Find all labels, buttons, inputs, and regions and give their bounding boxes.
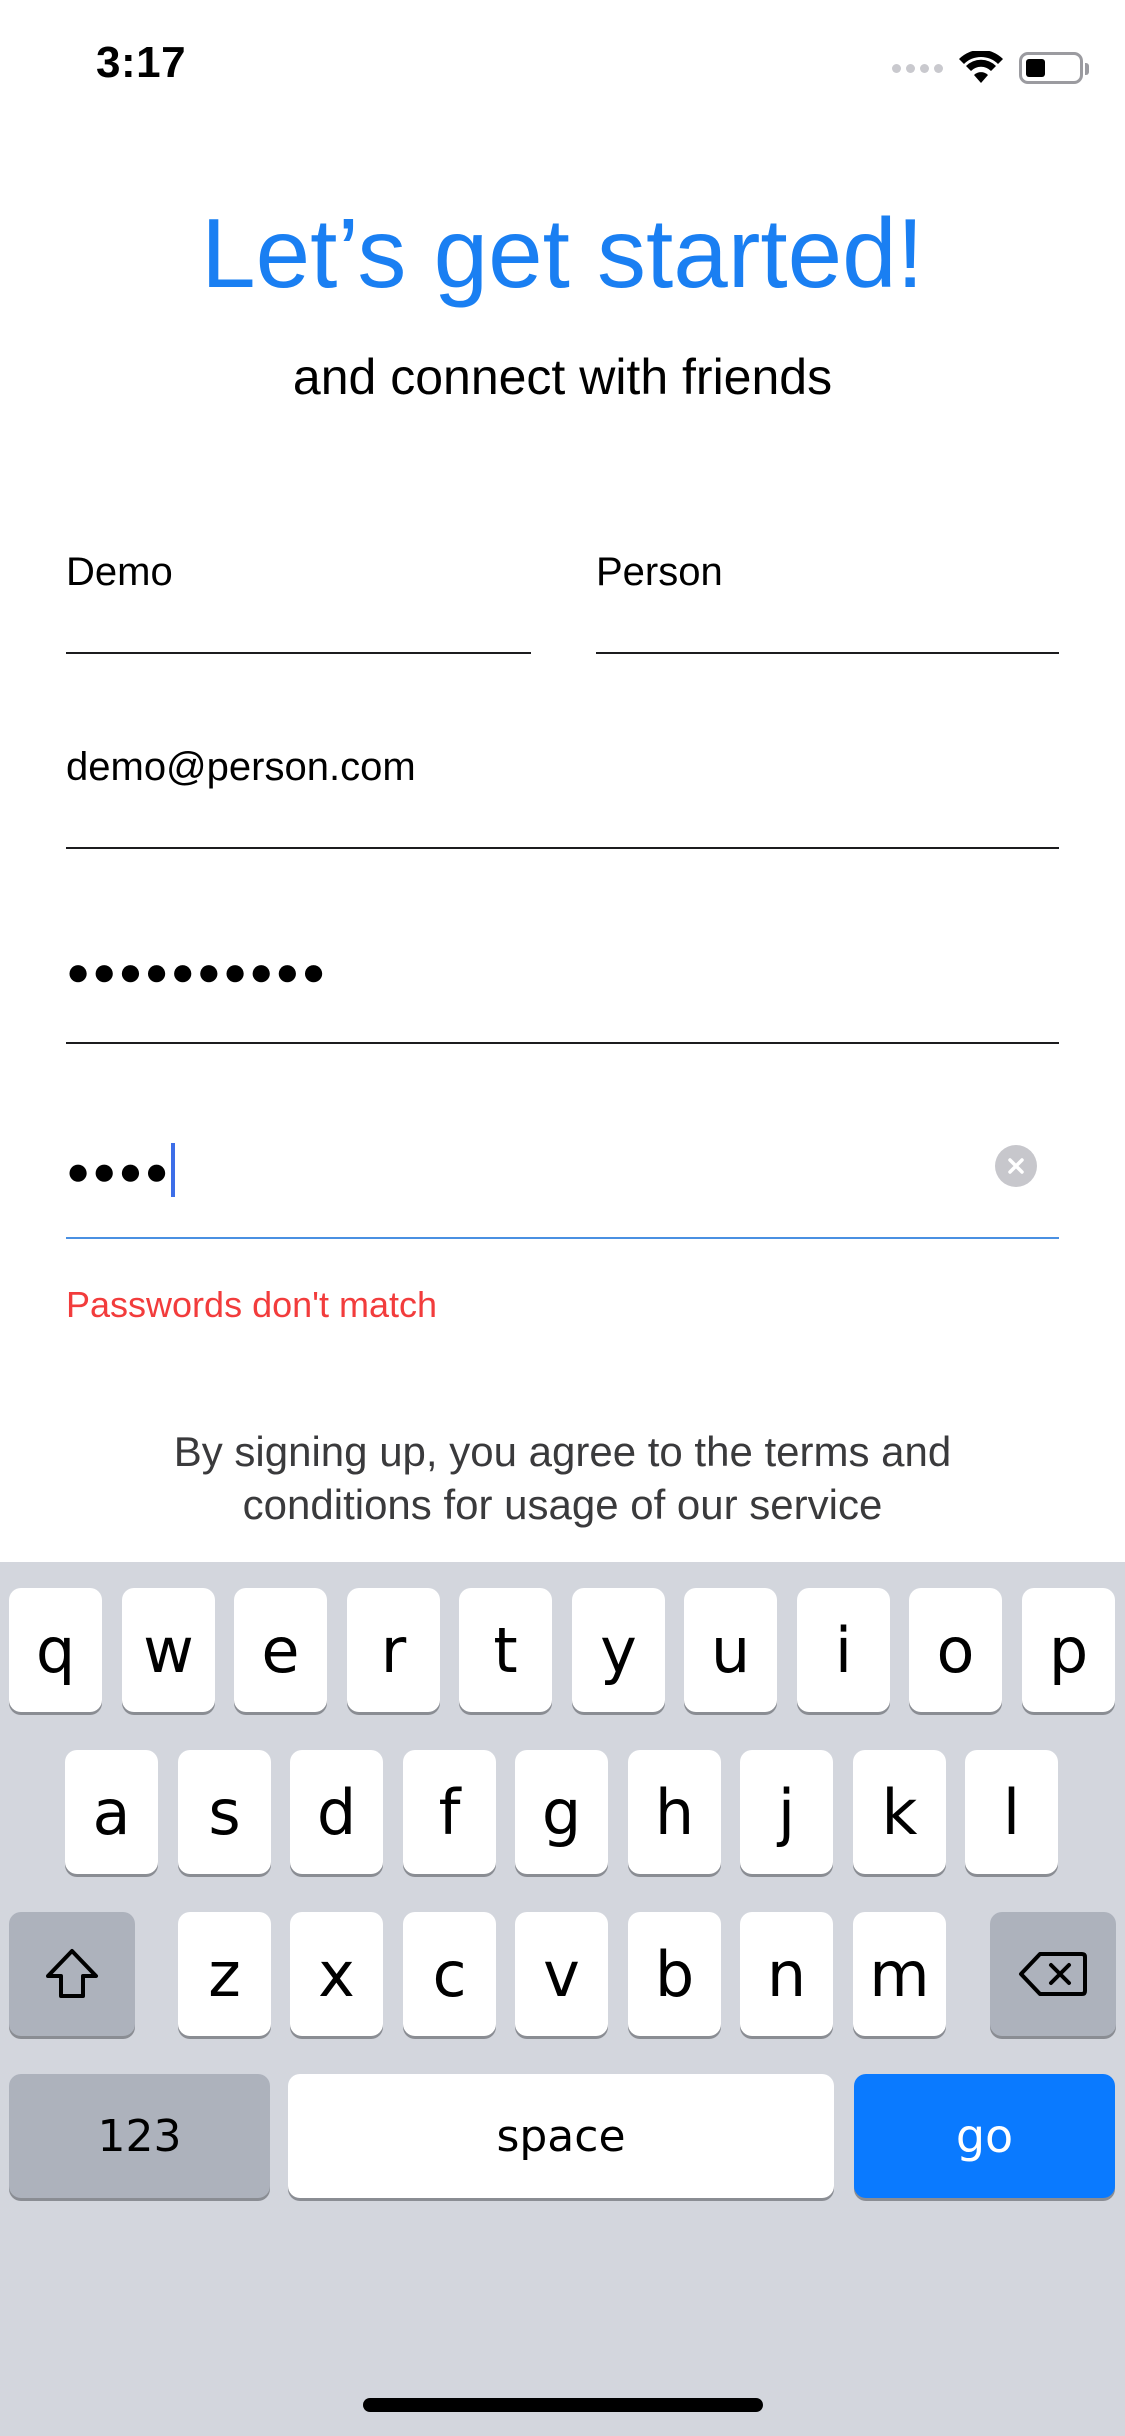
email-field[interactable]: demo@person.com: [66, 745, 1059, 849]
terms-text: By signing up, you agree to the terms an…: [0, 1425, 1125, 1531]
terms-line-2: conditions for usage of our service: [242, 1481, 883, 1528]
status-time: 3:17: [96, 38, 187, 87]
last-name-field[interactable]: Person: [596, 550, 1059, 654]
wifi-icon: [959, 51, 1003, 83]
key-v[interactable]: v: [515, 1912, 608, 2036]
email-value: demo@person.com: [66, 745, 416, 789]
home-indicator[interactable]: [363, 2398, 763, 2412]
page-subtitle: and connect with friends: [292, 349, 833, 405]
key-t[interactable]: t: [459, 1588, 552, 1712]
key-k[interactable]: k: [853, 1750, 946, 1874]
key-n[interactable]: n: [740, 1912, 833, 2036]
keyboard: q w e r t y u i o p a s d f g h j k l z …: [0, 1562, 1125, 2436]
space-key[interactable]: space: [288, 2074, 834, 2198]
key-w[interactable]: w: [122, 1588, 215, 1712]
numbers-key[interactable]: 123: [9, 2074, 270, 2198]
key-j[interactable]: j: [740, 1750, 833, 1874]
status-icons: [892, 48, 1089, 88]
password-mismatch-error: Passwords don't match: [66, 1284, 438, 1325]
key-e[interactable]: e: [234, 1588, 327, 1712]
page-title: Let’s get started!: [201, 198, 924, 308]
password-value: ●●●●●●●●●●: [66, 950, 328, 994]
first-name-field[interactable]: Demo: [66, 550, 531, 654]
key-i[interactable]: i: [797, 1588, 890, 1712]
shift-key[interactable]: [9, 1912, 135, 2036]
key-l[interactable]: l: [965, 1750, 1058, 1874]
key-z[interactable]: z: [178, 1912, 271, 2036]
last-name-value: Person: [596, 550, 723, 594]
first-name-value: Demo: [66, 550, 173, 594]
key-u[interactable]: u: [684, 1588, 777, 1712]
key-m[interactable]: m: [853, 1912, 946, 2036]
backspace-icon: [1019, 1952, 1087, 1996]
close-icon: [1008, 1158, 1024, 1174]
key-s[interactable]: s: [178, 1750, 271, 1874]
shift-icon: [46, 1949, 98, 1998]
key-y[interactable]: y: [572, 1588, 665, 1712]
delete-key[interactable]: [990, 1912, 1116, 2036]
terms-line-1: By signing up, you agree to the terms an…: [173, 1428, 952, 1475]
key-f[interactable]: f: [403, 1750, 496, 1874]
key-a[interactable]: a: [65, 1750, 158, 1874]
confirm-password-field[interactable]: ●●●●: [66, 1135, 1059, 1239]
text-cursor: [170, 1143, 175, 1197]
key-o[interactable]: o: [909, 1588, 1002, 1712]
key-b[interactable]: b: [628, 1912, 721, 2036]
battery-icon: [1019, 52, 1089, 84]
confirm-password-value-wrap: ●●●●: [66, 1143, 175, 1201]
key-g[interactable]: g: [515, 1750, 608, 1874]
clear-text-button[interactable]: [995, 1145, 1037, 1187]
key-r[interactable]: r: [347, 1588, 440, 1712]
key-q[interactable]: q: [9, 1588, 102, 1712]
key-x[interactable]: x: [290, 1912, 383, 2036]
password-field[interactable]: ●●●●●●●●●●: [66, 940, 1059, 1044]
key-h[interactable]: h: [628, 1750, 721, 1874]
key-p[interactable]: p: [1022, 1588, 1115, 1712]
signup-screen: 3:17 Let’s get started! and connect with…: [0, 0, 1125, 2436]
cellular-signal-icon: [892, 63, 943, 73]
key-d[interactable]: d: [290, 1750, 383, 1874]
key-c[interactable]: c: [403, 1912, 496, 2036]
confirm-password-value: ●●●●: [66, 1149, 171, 1194]
go-key[interactable]: go: [854, 2074, 1115, 2198]
